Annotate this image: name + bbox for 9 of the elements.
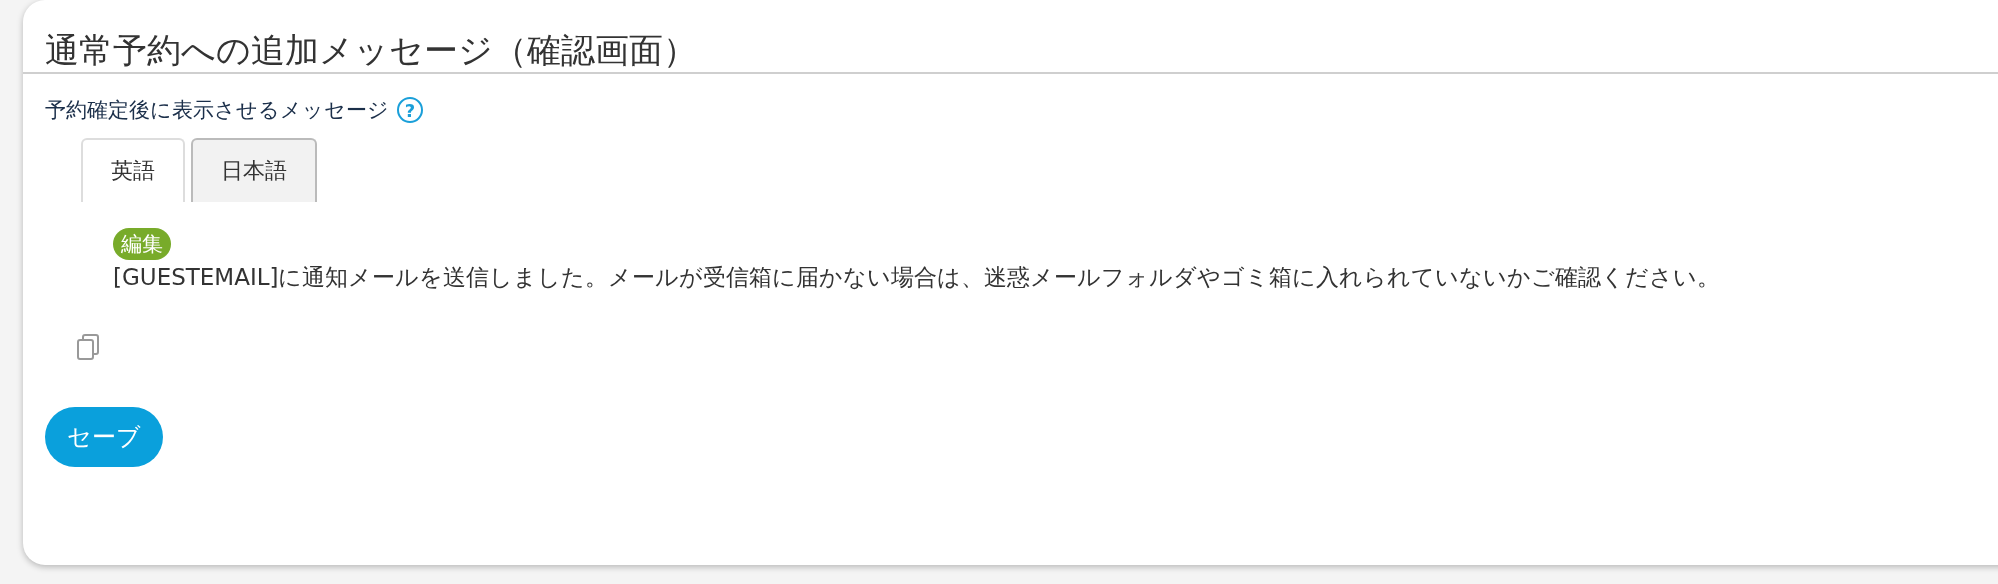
language-tab[interactable]: 英語 [81, 138, 185, 202]
panel-title: 通常予約への追加メッセージ（確認画面） [23, 0, 1998, 74]
edit-badge[interactable]: 編集 [113, 228, 171, 260]
field-label: 予約確定後に表示させるメッセージ [45, 97, 389, 124]
copy-icon[interactable] [75, 333, 101, 361]
help-icon[interactable]: ? [397, 97, 423, 123]
message-text: [GUESTEMAIL]に通知メールを送信しました。メールが受信箱に届かない場合は、迷惑メールフォルダやゴミ箱に入れられていないかご確認ください。 [113, 263, 1721, 292]
language-tab[interactable]: 日本語 [191, 138, 317, 202]
save-button[interactable]: セーブ [45, 407, 163, 467]
